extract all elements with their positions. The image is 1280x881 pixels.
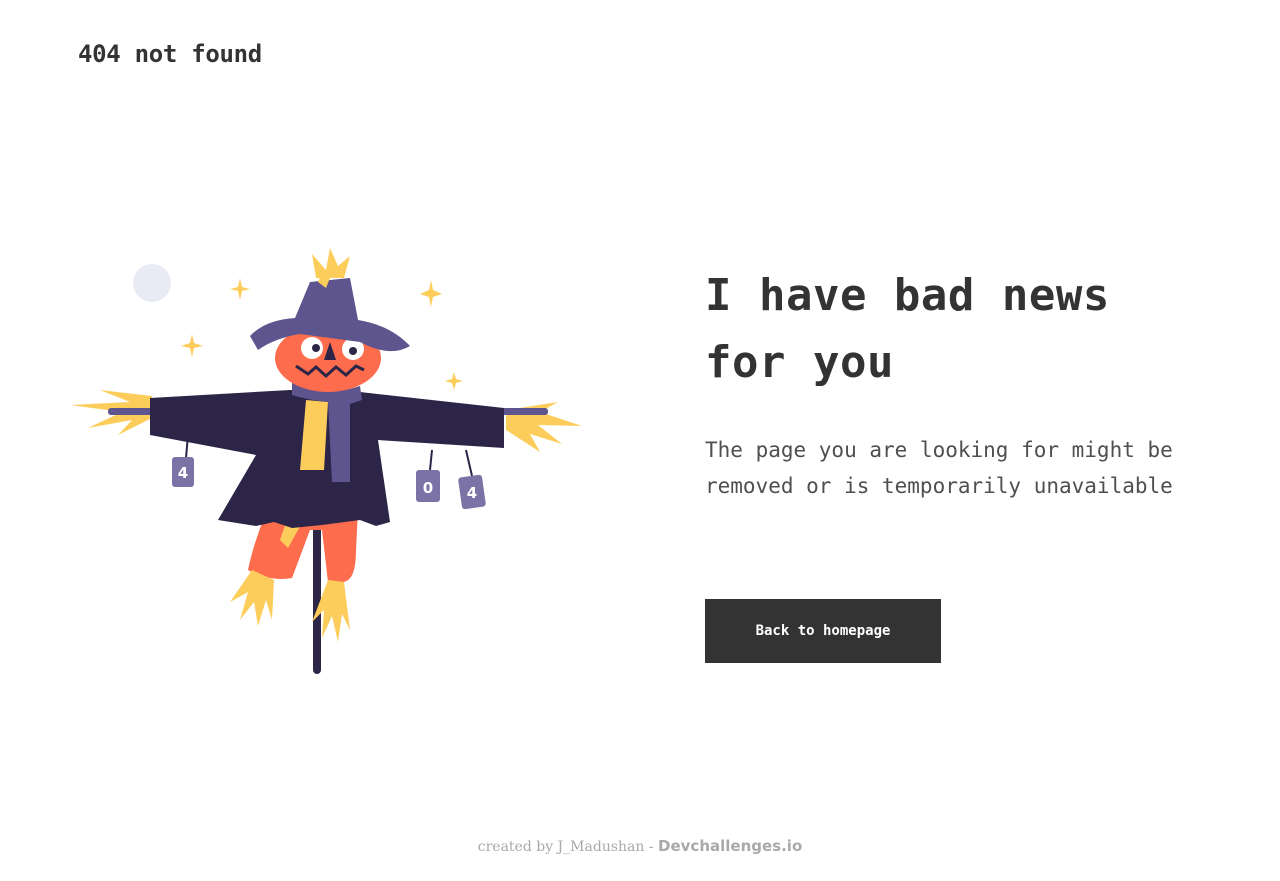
headline: I have bad news for you bbox=[705, 262, 1225, 396]
straw-left-foot bbox=[230, 570, 274, 626]
scarecrow-illustration: 4 0 4 bbox=[60, 230, 600, 690]
devchallenges-link[interactable]: Devchallenges.io bbox=[658, 837, 802, 855]
site-footer: created by J_Madushan - Devchallenges.io bbox=[0, 836, 1280, 855]
moon-icon bbox=[133, 264, 171, 302]
error-message: The page you are looking for might be re… bbox=[705, 438, 1173, 498]
footer-credit: created by J_Madushan - bbox=[477, 839, 659, 855]
can-digit: 0 bbox=[423, 479, 433, 497]
headline-line1: I have bad news bbox=[705, 270, 1110, 321]
hanging-can-left: 4 bbox=[172, 434, 194, 487]
hat-straw bbox=[312, 248, 350, 278]
back-to-homepage-button[interactable]: Back to homepage bbox=[705, 599, 941, 663]
error-content: I have bad news for you The page you are… bbox=[705, 262, 1225, 504]
logo-text[interactable]: 404 not found bbox=[78, 40, 262, 68]
can-digit: 4 bbox=[467, 484, 477, 502]
hanging-can-right: 4 bbox=[458, 449, 486, 510]
headline-line2: for you bbox=[705, 337, 894, 388]
hanging-can-middle: 0 bbox=[416, 449, 440, 502]
site-header: 404 not found bbox=[78, 40, 262, 68]
scarecrow-svg: 4 0 4 bbox=[70, 248, 582, 674]
can-digit: 4 bbox=[178, 464, 188, 482]
